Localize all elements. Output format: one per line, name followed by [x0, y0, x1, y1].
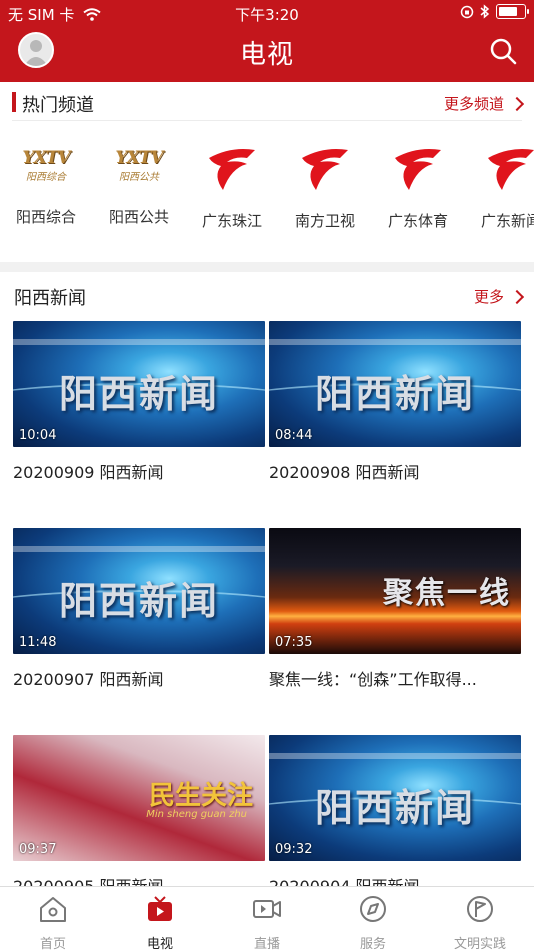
battery-icon — [496, 4, 529, 19]
tab-tv[interactable]: 电视 — [107, 895, 213, 952]
divider — [12, 120, 522, 121]
tab-live[interactable]: 直播 — [214, 895, 320, 952]
compass-icon — [360, 896, 386, 922]
video-duration: 11:48 — [19, 635, 57, 650]
video-duration: 09:37 — [19, 842, 57, 857]
video-thumbnail: 阳西新闻 09:32 — [269, 735, 521, 861]
more-channels-label: 更多频道 — [443, 95, 504, 113]
orientation-lock-icon — [460, 5, 474, 18]
more-news-label: 更多 — [473, 288, 504, 306]
video-card[interactable]: 民生关注 Min sheng guan zhu 09:37 20200905 阳… — [13, 735, 265, 897]
video-duration: 09:32 — [275, 842, 313, 857]
guangdong-tv-logo-icon — [209, 149, 255, 190]
video-thumbnail: 聚焦一线 07:35 — [269, 528, 521, 654]
more-channels-link[interactable]: 更多频道 — [443, 93, 525, 114]
tab-home[interactable]: 首页 — [0, 895, 106, 952]
tab-label: 电视 — [146, 937, 173, 952]
tab-civilization-practice[interactable]: 文明实践 — [427, 895, 533, 952]
tab-label: 服务 — [359, 937, 386, 952]
channel-list: YXTV 阳西综合 阳西综合 YXTV 阳西公共 阳西公共 广东珠江 南方卫视 … — [0, 140, 534, 240]
channel-label: 广东新闻 — [480, 212, 534, 230]
video-title: 聚焦一线：“创森”工作取得... — [269, 670, 477, 689]
yxtv-logo: YXTV 阳西公共 — [115, 148, 163, 183]
channel-yangxi-public[interactable]: YXTV 阳西公共 阳西公共 — [99, 140, 179, 227]
channel-label: 阳西综合 — [15, 208, 76, 226]
tab-label: 直播 — [253, 937, 280, 952]
guangdong-tv-logo-icon — [302, 149, 348, 190]
bluetooth-icon — [480, 4, 490, 19]
nav-bar: 电视 — [0, 28, 534, 74]
status-bar: 无 SIM 卡 下午3:20 — [0, 4, 534, 24]
channel-southern-tv[interactable]: 南方卫视 — [285, 140, 365, 231]
page-title: 电视 — [239, 40, 294, 70]
bottom-tab-bar: 首页 电视 直播 服务 文明实践 — [0, 886, 534, 952]
status-time: 下午3:20 — [235, 6, 299, 24]
video-card[interactable]: 聚焦一线 07:35 聚焦一线：“创森”工作取得... — [269, 528, 521, 690]
video-title: 20200907 阳西新闻 — [13, 670, 164, 689]
channel-yangxi-general[interactable]: YXTV 阳西综合 阳西综合 — [6, 140, 86, 227]
channel-label: 广东体育 — [387, 212, 448, 230]
tv-icon — [148, 896, 172, 921]
video-card[interactable]: 阳西新闻 10:04 20200909 阳西新闻 — [13, 321, 265, 483]
news-section-header: 阳西新闻 更多 — [0, 275, 534, 315]
video-thumbnail: 民生关注 Min sheng guan zhu 09:37 — [13, 735, 265, 861]
video-title: 20200908 阳西新闻 — [269, 463, 420, 482]
tab-label: 文明实践 — [453, 937, 506, 952]
hot-channels-title: 热门频道 — [22, 95, 94, 116]
hot-channels-header: 热门频道 更多频道 — [0, 82, 534, 122]
tab-label: 首页 — [39, 937, 66, 952]
guangdong-tv-logo-icon — [395, 149, 441, 190]
video-title: 20200909 阳西新闻 — [13, 463, 164, 482]
guangdong-tv-logo-icon — [488, 149, 534, 190]
flag-icon — [467, 896, 493, 922]
chevron-right-icon — [509, 96, 525, 111]
video-thumbnail: 阳西新闻 11:48 — [13, 528, 265, 654]
tab-service[interactable]: 服务 — [320, 895, 426, 952]
channel-guangdong-news[interactable]: 广东新闻 — [471, 140, 534, 231]
channel-guangdong-sports[interactable]: 广东体育 — [378, 140, 458, 231]
chevron-right-icon — [509, 289, 525, 304]
app-header: 无 SIM 卡 下午3:20 电视 — [0, 0, 534, 82]
video-duration: 10:04 — [19, 428, 57, 443]
live-video-icon — [253, 900, 281, 918]
video-duration: 08:44 — [275, 428, 313, 443]
video-card[interactable]: 阳西新闻 09:32 20200904 阳西新闻 — [269, 735, 521, 897]
channel-label: 阳西公共 — [108, 208, 169, 226]
channel-guangdong-zhujiang[interactable]: 广东珠江 — [192, 140, 272, 231]
search-icon[interactable] — [488, 36, 518, 66]
section-separator — [0, 262, 534, 272]
video-card[interactable]: 阳西新闻 08:44 20200908 阳西新闻 — [269, 321, 521, 483]
video-duration: 07:35 — [275, 635, 313, 650]
home-icon — [40, 897, 66, 922]
channel-label: 南方卫视 — [294, 212, 355, 230]
video-thumbnail: 阳西新闻 10:04 — [13, 321, 265, 447]
yxtv-logo: YXTV 阳西综合 — [22, 148, 70, 183]
video-card[interactable]: 阳西新闻 11:48 20200907 阳西新闻 — [13, 528, 265, 690]
video-thumbnail: 阳西新闻 08:44 — [269, 321, 521, 447]
section-accent-bar — [12, 92, 16, 112]
news-section-title: 阳西新闻 — [14, 288, 86, 309]
channel-label: 广东珠江 — [201, 212, 262, 230]
more-news-link[interactable]: 更多 — [473, 286, 525, 307]
